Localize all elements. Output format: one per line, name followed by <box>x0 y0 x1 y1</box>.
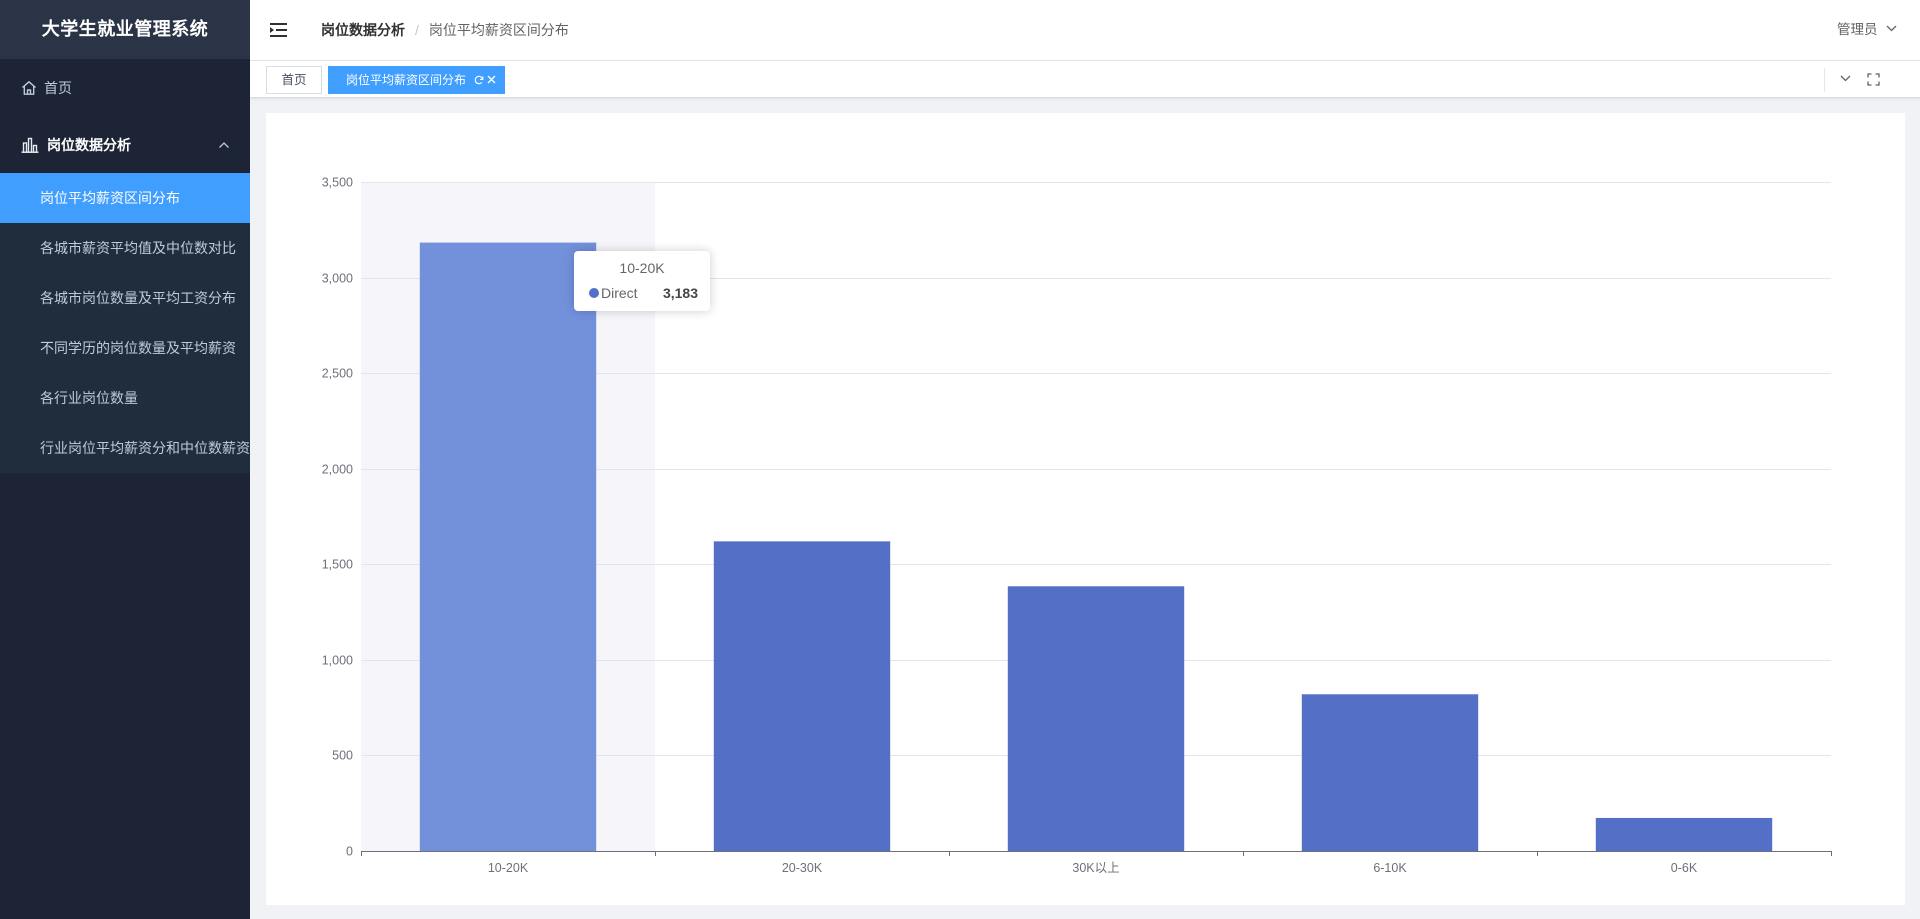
x-tick-label: 20-30K <box>782 861 823 875</box>
tooltip-series-name: Direct <box>601 285 638 301</box>
sidebar-group-label: 岗位数据分析 <box>47 136 131 153</box>
user-menu[interactable]: 管理员 <box>1837 0 1878 60</box>
sidebar-item-city-job-count[interactable]: 各城市岗位数量及平均工资分布 <box>0 273 250 323</box>
home-icon <box>21 80 37 96</box>
app-title: 大学生就业管理系统 <box>0 0 250 59</box>
tag-salary-range[interactable]: 岗位平均薪资区间分布 <box>328 66 505 94</box>
salary-range-bar-chart[interactable]: 0 500 1,000 1,500 2,000 2,500 3,000 3,500 10-20K… <box>266 113 1905 905</box>
top-navbar: 岗位数据分析 / 岗位平均薪资区间分布 管理员 <box>250 0 1920 61</box>
sidebar-item-label: 首页 <box>44 79 72 96</box>
sidebar-group-job-analysis[interactable]: 岗位数据分析 <box>0 116 250 173</box>
tag-home[interactable]: 首页 <box>266 66 322 94</box>
x-tick-label: 0-6K <box>1671 861 1698 875</box>
tooltip-value: 3,183 <box>662 285 698 301</box>
breadcrumb-item-parent[interactable]: 岗位数据分析 <box>321 22 405 38</box>
y-tick-label: 2,500 <box>322 367 353 381</box>
y-tick-label: 2,000 <box>322 463 353 477</box>
bar <box>1007 586 1185 851</box>
close-icon[interactable] <box>487 75 496 84</box>
sidebar-item-home[interactable]: 首页 <box>0 59 250 116</box>
sidebar: 大学生就业管理系统 首页 岗位数据分析 岗位平均薪资区间分布 各城市薪资平均值及… <box>0 0 250 919</box>
breadcrumb-separator: / <box>415 22 419 38</box>
y-tick-label: 1,000 <box>322 654 353 668</box>
breadcrumb-item-current: 岗位平均薪资区间分布 <box>428 22 569 38</box>
sidebar-item-salary-range[interactable]: 岗位平均薪资区间分布 <box>0 173 250 223</box>
chevron-down-icon[interactable] <box>1886 25 1897 32</box>
tooltip-title: 10-20K <box>619 260 665 276</box>
x-tick-label: 6-10K <box>1373 861 1407 875</box>
y-tick-label: 0 <box>346 845 353 859</box>
x-tick-label: 10-20K <box>488 861 529 875</box>
sidebar-submenu: 岗位平均薪资区间分布 各城市薪资平均值及中位数对比 各城市岗位数量及平均工资分布… <box>0 173 250 473</box>
tag-label: 岗位平均薪资区间分布 <box>346 73 467 87</box>
breadcrumb: 岗位数据分析 / 岗位平均薪资区间分布 <box>321 0 569 60</box>
chevron-down-icon[interactable] <box>1840 75 1851 82</box>
bar <box>1595 817 1773 851</box>
sidebar-item-city-salary-compare[interactable]: 各城市薪资平均值及中位数对比 <box>0 223 250 273</box>
hamburger-menu-icon[interactable] <box>270 22 288 38</box>
chevron-up-icon <box>218 141 230 149</box>
bar-chart-icon <box>21 137 39 153</box>
y-tick-label: 3,000 <box>322 272 353 286</box>
divider <box>1824 68 1825 92</box>
x-tick-label: 30K以上 <box>1072 861 1119 875</box>
tags-view: 首页 岗位平均薪资区间分布 <box>250 61 1920 98</box>
y-tick-label: 500 <box>332 749 353 763</box>
tooltip-row: Direct 3,183 <box>586 281 698 305</box>
refresh-icon[interactable] <box>474 75 484 85</box>
y-tick-label: 3,500 <box>322 176 353 190</box>
bar <box>1301 694 1479 851</box>
series-marker <box>589 288 599 298</box>
sidebar-item-industry-job-count[interactable]: 各行业岗位数量 <box>0 373 250 423</box>
sidebar-item-education-salary[interactable]: 不同学历的岗位数量及平均薪资 <box>0 323 250 373</box>
y-tick-label: 1,500 <box>322 558 353 572</box>
chart-card: 0 500 1,000 1,500 2,000 2,500 3,000 3,500 10-20K… <box>266 113 1905 905</box>
bar <box>713 541 891 851</box>
fullscreen-icon[interactable] <box>1867 73 1880 86</box>
tag-label: 首页 <box>281 73 307 87</box>
chart-tooltip: 10-20K Direct 3,183 <box>574 251 710 311</box>
bar <box>419 242 597 851</box>
sidebar-item-industry-salary[interactable]: 行业岗位平均薪资分和中位数薪资 <box>0 423 250 473</box>
